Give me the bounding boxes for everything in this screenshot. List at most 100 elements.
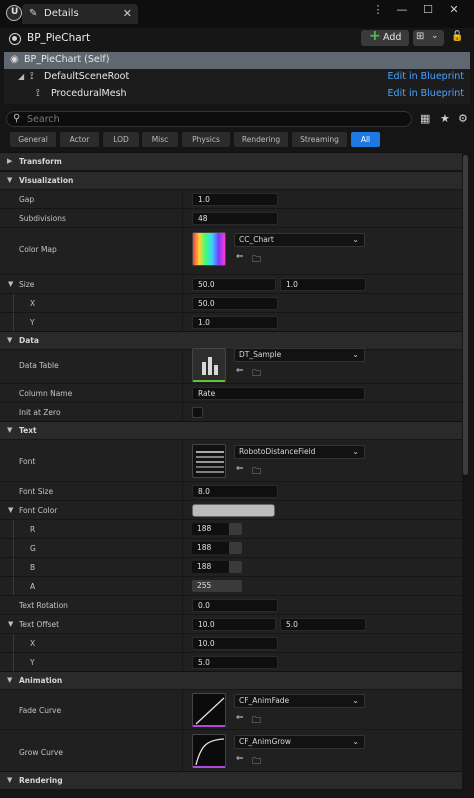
collapse-arrow-icon[interactable]: ▼ [8, 506, 13, 514]
font-thumbnail[interactable] [192, 444, 226, 478]
category-animation[interactable]: ▼ Animation [0, 671, 462, 689]
b-slider[interactable]: 188 [192, 561, 242, 573]
collapse-arrow-icon[interactable]: ▼ [8, 620, 13, 628]
use-selected-icon[interactable]: ⇐ [236, 464, 244, 474]
mesh-component-icon: ⟟ [36, 88, 40, 99]
slider-value: 188 [197, 524, 212, 533]
filter-lod[interactable]: LOD [103, 132, 139, 147]
collapse-arrow-icon: ▼ [7, 176, 13, 184]
use-selected-icon[interactable]: ⇐ [236, 252, 244, 262]
size-x-input[interactable]: 50.0 [192, 278, 276, 291]
filter-general[interactable]: General [10, 132, 56, 147]
data-table-icon [202, 357, 218, 375]
search-icon: ⚲ [13, 113, 21, 124]
tree-item-label: DefaultSceneRoot [44, 71, 130, 82]
filter-physics[interactable]: Physics [182, 132, 230, 147]
tab-details[interactable]: ✎ Details ✕ [22, 4, 138, 24]
property-row-size-x: X 50.0 [0, 293, 462, 312]
browse-asset-icon[interactable]: 🗀 [252, 252, 261, 268]
filter-misc[interactable]: Misc [142, 132, 178, 147]
offset-y-field[interactable]: 5.0 [192, 656, 278, 669]
fade-curve-dropdown[interactable]: CF_AnimFade ⌄ [234, 694, 365, 708]
size-y-input[interactable]: 1.0 [280, 278, 366, 291]
fade-curve-thumbnail[interactable] [192, 693, 226, 727]
color-map-thumbnail[interactable] [192, 232, 226, 266]
subdivisions-input[interactable]: 48 [192, 212, 278, 225]
grow-curve-dropdown[interactable]: CF_AnimGrow ⌄ [234, 735, 365, 749]
edit-in-blueprint-link[interactable]: Edit in Blueprint [388, 88, 464, 99]
g-slider[interactable]: 188 [192, 542, 242, 554]
edit-in-blueprint-link[interactable]: Edit in Blueprint [388, 71, 464, 82]
minimize-button[interactable]: — [394, 3, 410, 16]
blueprint-options-button[interactable]: ⊞ ⌄ [413, 30, 444, 46]
close-button[interactable]: ✕ [446, 3, 462, 16]
category-transform[interactable]: ▶ Transform [0, 152, 462, 170]
text-rotation-input[interactable]: 0.0 [192, 599, 278, 612]
search-input[interactable] [27, 113, 407, 125]
property-row-gap: Gap 1.0 [0, 189, 462, 208]
use-selected-icon[interactable]: ⇐ [236, 754, 244, 764]
favorites-star-icon[interactable]: ★ [440, 112, 450, 125]
browse-asset-icon[interactable]: 🗀 [252, 754, 261, 770]
init-at-zero-checkbox[interactable] [192, 407, 203, 418]
collapse-arrow-icon[interactable]: ◢ [18, 72, 24, 81]
lock-icon[interactable]: 🔓 [451, 31, 463, 42]
add-component-button[interactable]: + Add [361, 28, 409, 46]
property-matrix-icon[interactable]: ▦ [420, 112, 430, 125]
scrollbar-thumb[interactable] [463, 155, 468, 475]
color-map-dropdown[interactable]: CC_Chart ⌄ [234, 233, 365, 247]
a-slider[interactable]: 255 [192, 580, 242, 592]
size-x-field[interactable]: 50.0 [192, 297, 278, 310]
property-label: X [30, 639, 36, 648]
settings-gear-icon[interactable]: ⚙ [458, 112, 468, 125]
tree-item-self[interactable]: ◉ BP_PieChart (Self) [4, 52, 470, 69]
property-label: Fade Curve [19, 706, 62, 715]
property-row-offset-x: X 10.0 [0, 633, 462, 652]
tab-label: Details [44, 8, 79, 19]
text-offset-x-input[interactable]: 10.0 [192, 618, 276, 631]
text-offset-y-input[interactable]: 5.0 [280, 618, 366, 631]
font-size-input[interactable]: 8.0 [192, 485, 278, 498]
grow-curve-thumbnail[interactable] [192, 734, 226, 768]
collapse-arrow-icon[interactable]: ▼ [8, 280, 13, 288]
filter-all[interactable]: All [351, 132, 380, 147]
tab-close-icon[interactable]: ✕ [123, 7, 132, 20]
data-table-thumbnail[interactable] [192, 348, 226, 382]
size-y-field[interactable]: 1.0 [192, 316, 278, 329]
property-row-b: B 188 [0, 557, 462, 576]
category-data[interactable]: ▼ Data [0, 331, 462, 349]
gap-input[interactable]: 1.0 [192, 193, 278, 206]
filter-actor[interactable]: Actor [60, 132, 99, 147]
property-label: Column Name [19, 389, 73, 398]
tree-item-default-scene-root[interactable]: ◢ ⟟ DefaultSceneRoot Edit in Blueprint [4, 69, 470, 86]
use-selected-icon[interactable]: ⇐ [236, 713, 244, 723]
dropdown-value: RobotoDistanceField [239, 447, 316, 456]
filter-rendering[interactable]: Rendering [234, 132, 288, 147]
filter-streaming[interactable]: Streaming [292, 132, 347, 147]
plus-icon: + [369, 28, 381, 44]
tree-item-procedural-mesh[interactable]: ⟟ ProceduralMesh Edit in Blueprint [4, 86, 470, 103]
property-label: R [30, 525, 36, 534]
browse-asset-icon[interactable]: 🗀 [252, 366, 261, 382]
more-options-icon[interactable]: ⋮ [370, 3, 386, 16]
category-rendering[interactable]: ▼ Rendering [0, 771, 462, 789]
category-text[interactable]: ▼ Text [0, 421, 462, 439]
search-box[interactable]: ⚲ [6, 111, 412, 127]
blueprint-icon: ⊞ [416, 31, 425, 42]
browse-asset-icon[interactable]: 🗀 [252, 464, 261, 480]
category-label: Text [19, 426, 37, 435]
title-bar: U ✎ Details ✕ ⋮ — ☐ ✕ [0, 0, 474, 28]
category-visualization[interactable]: ▼ Visualization [0, 171, 462, 189]
offset-x-field[interactable]: 10.0 [192, 637, 278, 650]
property-row-text-offset: ▼ Text Offset 10.0 5.0 [0, 614, 462, 633]
r-slider[interactable]: 188 [192, 523, 242, 535]
data-table-dropdown[interactable]: DT_Sample ⌄ [234, 348, 365, 362]
browse-asset-icon[interactable]: 🗀 [252, 713, 261, 729]
maximize-button[interactable]: ☐ [420, 3, 436, 16]
font-color-swatch[interactable] [192, 504, 275, 517]
dropdown-value: CF_AnimGrow [239, 737, 292, 746]
column-name-input[interactable]: Rate [192, 387, 365, 400]
use-selected-icon[interactable]: ⇐ [236, 366, 244, 376]
font-dropdown[interactable]: RobotoDistanceField ⌄ [234, 445, 365, 459]
property-row-text-rotation: Text Rotation 0.0 [0, 595, 462, 614]
